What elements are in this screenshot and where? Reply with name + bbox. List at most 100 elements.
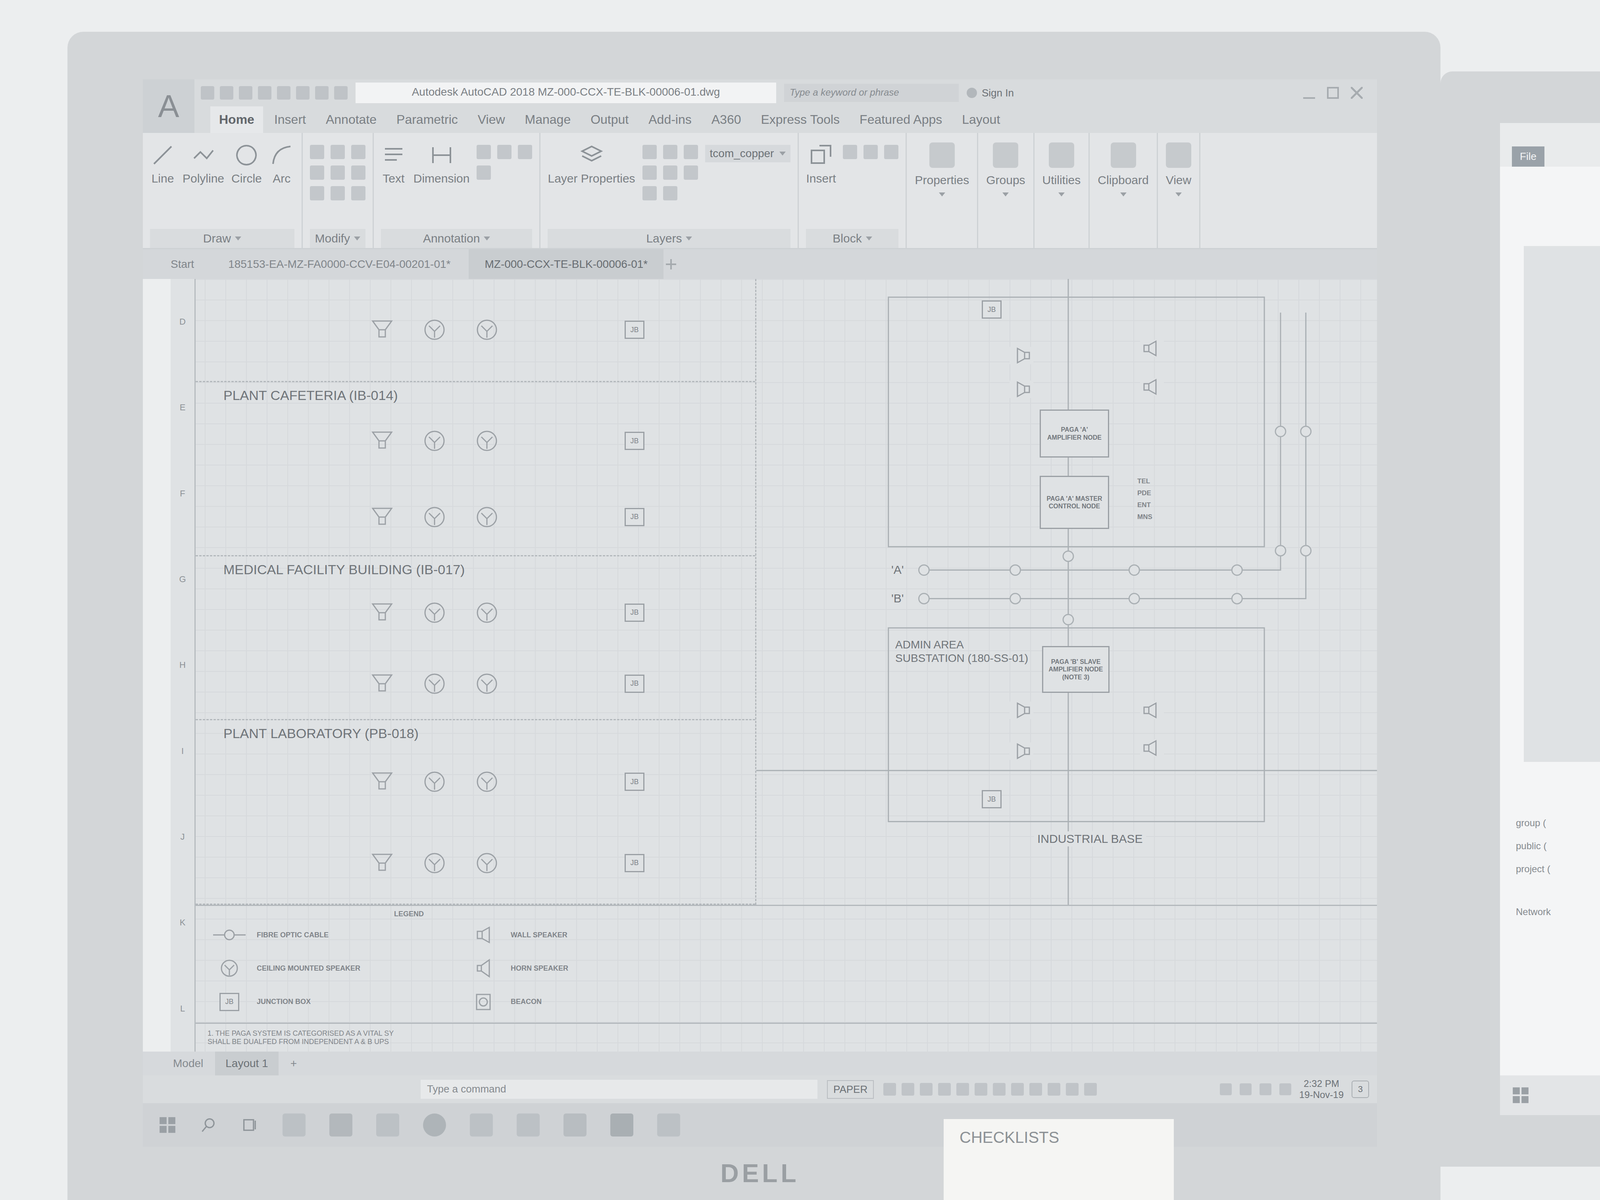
collapsed-panel[interactable]: View xyxy=(1157,132,1201,249)
ribbon-tab[interactable]: Add-ins xyxy=(639,106,701,133)
tool-small-icon[interactable] xyxy=(476,144,491,160)
tray-icon[interactable] xyxy=(1219,1083,1232,1096)
tool-small-icon[interactable] xyxy=(863,144,878,160)
status-toggle-icon[interactable] xyxy=(1047,1082,1061,1096)
tool-small-icon[interactable] xyxy=(663,165,678,180)
network-drive-item[interactable]: group ( xyxy=(1515,817,1600,829)
status-toggle-icon[interactable] xyxy=(956,1082,970,1096)
tool-small-icon[interactable] xyxy=(351,186,366,201)
tool-small-icon[interactable] xyxy=(663,186,678,201)
status-toggle-icon[interactable] xyxy=(901,1082,915,1096)
ribbon-tool[interactable]: Line xyxy=(150,142,176,186)
paper-space-button[interactable]: PAPER xyxy=(826,1080,874,1099)
tool-small-icon[interactable] xyxy=(351,165,366,180)
tool-small-icon[interactable] xyxy=(351,144,366,160)
quick-access-icon[interactable] xyxy=(238,86,253,100)
tool-small-icon[interactable] xyxy=(683,165,699,180)
collapsed-panel[interactable]: Properties xyxy=(906,132,979,249)
ribbon-tab[interactable]: Home xyxy=(210,106,264,133)
status-toggle-icon[interactable] xyxy=(974,1082,988,1096)
taskbar-app-icon[interactable] xyxy=(423,1113,447,1137)
tool-small-icon[interactable] xyxy=(663,144,678,160)
tool-small-icon[interactable] xyxy=(330,165,345,180)
file-menu-tab[interactable]: File xyxy=(1511,146,1545,167)
layer-dropdown[interactable]: tcom_copper xyxy=(705,144,791,163)
quick-access-icon[interactable] xyxy=(200,86,215,100)
tray-icon[interactable] xyxy=(1259,1083,1272,1096)
task-view-icon[interactable] xyxy=(241,1116,259,1134)
layout-tab[interactable]: Model xyxy=(162,1051,214,1076)
tool-small-icon[interactable] xyxy=(683,144,699,160)
app-button[interactable]: A xyxy=(142,79,195,133)
ribbon-tab[interactable]: Annotate xyxy=(317,106,386,133)
slave-amplifier-node[interactable]: PAGA 'B' SLAVE AMPLIFIER NODE (NOTE 3) xyxy=(1042,646,1110,693)
clock[interactable]: 2:32 PM19-Nov-19 xyxy=(1299,1078,1344,1100)
panel-title[interactable]: Draw xyxy=(150,228,295,249)
master-control-node[interactable]: PAGA 'A' MASTER CONTROL NODE xyxy=(1039,475,1110,529)
tool-small-icon[interactable] xyxy=(309,165,325,180)
tool-small-icon[interactable] xyxy=(330,186,345,201)
ribbon-tab[interactable]: Output xyxy=(581,106,638,133)
tool-small-icon[interactable] xyxy=(884,144,899,160)
quick-access-icon[interactable] xyxy=(219,86,234,100)
tool-small-icon[interactable] xyxy=(517,144,533,160)
tool-small-icon[interactable] xyxy=(497,144,512,160)
ribbon-tool[interactable]: Arc xyxy=(269,142,295,186)
ribbon-tool[interactable]: Dimension xyxy=(413,142,470,186)
panel-title[interactable]: Modify xyxy=(309,228,366,249)
file-tab[interactable]: Start xyxy=(154,249,210,279)
taskbar-app-icon[interactable] xyxy=(657,1113,681,1137)
taskbar-app-icon[interactable] xyxy=(516,1113,540,1137)
network-drive-item[interactable]: public ( xyxy=(1515,840,1600,852)
panel-title[interactable]: Annotation xyxy=(380,228,533,249)
maximize-icon[interactable] xyxy=(1326,86,1339,99)
network-item[interactable]: Network xyxy=(1515,906,1600,918)
ribbon-tab[interactable]: Featured Apps xyxy=(850,106,951,133)
amplifier-node[interactable]: PAGA 'A' AMPLIFIER NODE xyxy=(1039,409,1110,458)
new-tab-icon[interactable] xyxy=(665,259,677,270)
taskbar-app-icon[interactable] xyxy=(329,1113,353,1137)
taskbar-app-icon[interactable] xyxy=(610,1113,634,1137)
taskbar-app-icon[interactable] xyxy=(469,1113,493,1137)
ribbon-tab[interactable]: Insert xyxy=(265,106,315,133)
status-toggle-icon[interactable] xyxy=(1011,1082,1024,1096)
file-tab[interactable]: MZ-000-CCX-TE-BLK-00006-01* xyxy=(468,249,664,279)
status-toggle-icon[interactable] xyxy=(1084,1082,1097,1096)
ribbon-tab[interactable]: Parametric xyxy=(387,106,467,133)
status-toggle-icon[interactable] xyxy=(919,1082,933,1096)
ribbon-tab[interactable]: View xyxy=(469,106,514,133)
ribbon-tab[interactable]: Express Tools xyxy=(751,106,849,133)
ribbon-tab[interactable]: Manage xyxy=(516,106,580,133)
ribbon-tab[interactable]: Layout xyxy=(953,106,1009,133)
tool-small-icon[interactable] xyxy=(842,144,858,160)
taskbar-app-icon[interactable] xyxy=(282,1113,306,1137)
sign-in[interactable]: Sign In xyxy=(966,86,1014,100)
panel-title[interactable]: Layers xyxy=(547,228,791,249)
tool-small-icon[interactable] xyxy=(642,144,657,160)
status-toggle-icon[interactable] xyxy=(938,1082,951,1096)
tool-small-icon[interactable] xyxy=(642,186,657,201)
close-icon[interactable] xyxy=(1350,86,1363,99)
search-field[interactable]: Type a keyword or phrase xyxy=(784,83,959,102)
command-line[interactable]: Type a command xyxy=(420,1079,818,1099)
windows-start-icon[interactable] xyxy=(1511,1086,1530,1104)
tool-small-icon[interactable] xyxy=(309,186,325,201)
ribbon-tool[interactable]: Text xyxy=(380,142,407,186)
quick-access-icon[interactable] xyxy=(334,86,348,100)
status-toggle-icon[interactable] xyxy=(883,1082,897,1096)
panel-title[interactable]: Block xyxy=(805,228,899,249)
collapsed-panel[interactable]: Clipboard xyxy=(1089,132,1158,249)
status-toggle-icon[interactable] xyxy=(1029,1082,1043,1096)
ribbon-tool[interactable]: Polyline xyxy=(182,142,225,186)
quick-access-icon[interactable] xyxy=(296,86,310,100)
network-drive-item[interactable]: project ( xyxy=(1515,863,1600,875)
tool-small-icon[interactable] xyxy=(309,144,325,160)
taskbar-app-icon[interactable] xyxy=(563,1113,587,1137)
taskbar-app-icon[interactable] xyxy=(376,1113,400,1137)
status-toggle-icon[interactable] xyxy=(1065,1082,1079,1096)
add-layout-button[interactable]: + xyxy=(280,1051,308,1076)
status-toggle-icon[interactable] xyxy=(992,1082,1006,1096)
notification-badge[interactable]: 3 xyxy=(1351,1080,1370,1099)
quick-access-icon[interactable] xyxy=(315,86,329,100)
tray-icon[interactable] xyxy=(1279,1083,1292,1096)
